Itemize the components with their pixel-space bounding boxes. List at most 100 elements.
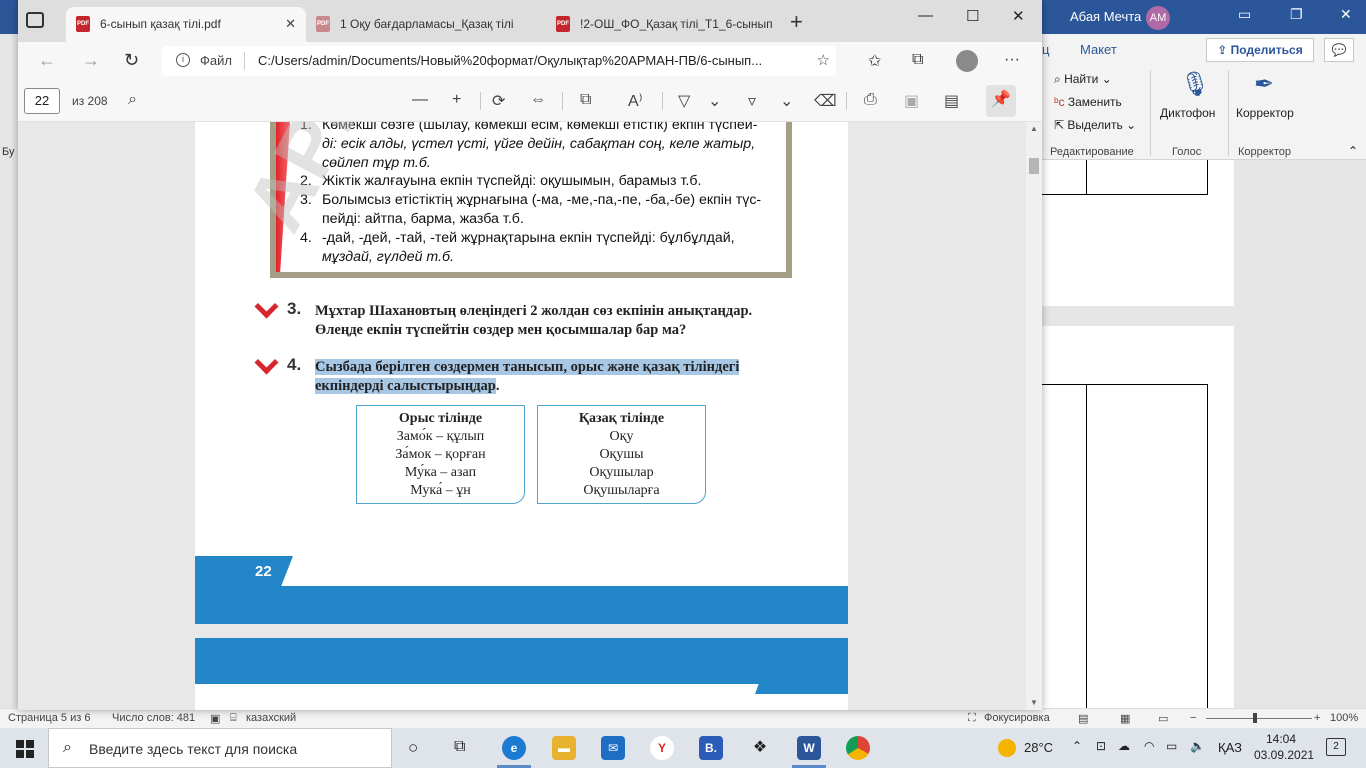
vertical-scrollbar[interactable]: ▲ ▼ (1026, 122, 1042, 710)
page-view-icon[interactable]: ⧉ (580, 91, 591, 109)
edge-app-icon[interactable]: e (502, 736, 526, 760)
profile-avatar[interactable] (956, 50, 978, 72)
zoom-in-icon[interactable]: + (452, 91, 461, 109)
restore-icon[interactable]: ❐ (1290, 6, 1303, 23)
back-icon[interactable]: ← (38, 50, 56, 71)
notifications-icon[interactable]: 2 (1326, 738, 1346, 756)
page-count-status[interactable]: Страница 5 из 6 (8, 712, 90, 724)
draw-options-icon[interactable]: ⌄ (708, 91, 721, 111)
cortana-icon[interactable]: ○ (408, 738, 418, 758)
wifi-icon[interactable]: ◠ (1144, 739, 1154, 753)
zoom-out-icon[interactable]: − (1190, 712, 1196, 724)
scroll-down-icon[interactable]: ▼ (1030, 698, 1038, 707)
page-number-input[interactable]: 22 (24, 88, 60, 114)
print-layout-icon[interactable]: ▦ (1120, 712, 1130, 725)
zoom-slider[interactable] (1206, 718, 1312, 719)
tab-partial[interactable]: ц (1042, 42, 1049, 57)
windows-start-icon[interactable] (16, 740, 34, 758)
tab-pdf-program[interactable]: PDF 1 Оқу бағдарламасы_Қазақ тілі (306, 7, 544, 42)
save-icon[interactable]: ▣ (904, 91, 919, 111)
pdf-viewport[interactable]: 1. Көмекші сөзге (шылау, көмекші есім, к… (18, 122, 1042, 710)
clock-date[interactable]: 03.09.2021 (1254, 748, 1314, 762)
clock-time[interactable]: 14:04 (1266, 732, 1296, 746)
selected-text[interactable]: Сызбада берілген сөздермен танысып, орыс… (315, 359, 740, 375)
zoom-out-icon[interactable]: — (412, 91, 428, 109)
close-icon[interactable]: ✕ (1012, 7, 1025, 25)
close-icon[interactable]: ✕ (1340, 6, 1352, 23)
save-as-icon[interactable]: ▤ (944, 91, 959, 111)
bitrix-icon[interactable]: B. (699, 736, 723, 760)
focus-mode-button[interactable]: Фокусировка (984, 712, 1050, 724)
close-icon[interactable]: ✕ (285, 7, 296, 41)
task-view-icon[interactable]: ⧉ (454, 738, 465, 756)
task-line: Мұхтар Шахановтың өлеңіндегі 2 жолдан сө… (315, 303, 753, 319)
zoom-in-icon[interactable]: + (1314, 712, 1320, 724)
rotate-icon[interactable]: ⟳ (492, 91, 505, 111)
tab-layout[interactable]: Макет (1080, 42, 1117, 57)
find-button[interactable]: ⌕ Найти ⌄ (1054, 72, 1112, 87)
zoom-level[interactable]: 100% (1330, 712, 1358, 724)
select-button[interactable]: ⇱ Выделить ⌄ (1054, 118, 1136, 132)
collapse-ribbon-icon[interactable]: ⌃ (1348, 144, 1358, 158)
draw-icon[interactable]: ▽ (678, 91, 690, 111)
print-icon[interactable]: ⎙ (864, 91, 877, 109)
scroll-thumb[interactable] (1029, 158, 1039, 174)
add-favorite-icon[interactable]: ☆ (817, 51, 830, 69)
editor-button[interactable]: Корректор (1236, 106, 1294, 120)
input-language[interactable]: ҚАЗ (1218, 740, 1242, 755)
web-layout-icon[interactable]: ▭ (1158, 712, 1168, 725)
scroll-up-icon[interactable]: ▲ (1030, 124, 1038, 133)
proofing-icon[interactable]: ▣ (210, 712, 220, 725)
dictate-button[interactable]: Диктофон (1160, 106, 1215, 120)
language-status[interactable]: казахский (246, 712, 296, 724)
weather-sun-icon[interactable] (998, 739, 1016, 757)
file-explorer-icon[interactable]: ▬ (552, 736, 576, 760)
security-icon[interactable]: ⊡ (1096, 739, 1106, 753)
word-user-name[interactable]: Абая Мечта (1070, 9, 1141, 24)
yandex-icon[interactable]: Y (650, 736, 674, 760)
minimize-icon[interactable]: — (918, 7, 933, 24)
search-icon[interactable]: ⌕ (128, 91, 137, 109)
comments-button[interactable]: 💬 (1324, 38, 1354, 62)
highlight-icon[interactable]: ▿ (748, 91, 756, 111)
forward-icon[interactable]: → (82, 50, 100, 71)
new-tab-icon[interactable]: + (790, 9, 803, 35)
eraser-icon[interactable]: ⌫ (814, 91, 837, 111)
info-icon[interactable]: i (176, 53, 190, 67)
zoom-slider-thumb[interactable] (1253, 713, 1257, 723)
address-bar[interactable]: i Файл C:/Users/admin/Documents/Новый%20… (162, 46, 836, 76)
more-icon[interactable]: ··· (1004, 51, 1020, 69)
pin-toolbar-icon[interactable]: 📌 (986, 85, 1016, 117)
maximize-icon[interactable]: ☐ (966, 7, 979, 25)
word-page (1042, 326, 1234, 714)
temperature[interactable]: 28°C (1024, 740, 1053, 755)
replace-button[interactable]: ᵇc Заменить (1054, 95, 1122, 109)
task-number: 3. (287, 299, 302, 318)
volume-icon[interactable]: 🔈 (1190, 739, 1205, 753)
taskbar-search[interactable]: ⌕ Введите здесь текст для поиска (48, 728, 392, 768)
dropbox-icon[interactable]: ❖ (748, 736, 772, 760)
battery-icon[interactable]: ▭ (1166, 739, 1177, 753)
task-text[interactable]: Сызбада берілген сөздермен танысып, орыс… (315, 358, 795, 396)
word-app-icon[interactable]: W (797, 736, 821, 760)
collections-icon[interactable]: ⧉ (912, 51, 923, 69)
chevron-up-icon[interactable]: ⌃ (1072, 739, 1082, 753)
refresh-icon[interactable]: ↻ (124, 50, 139, 71)
url-text[interactable]: C:/Users/admin/Documents/Новый%20формат/… (258, 53, 808, 68)
tab-pdf-assessment[interactable]: PDF !2-ОШ_ФО_Қазақ тілі_Т1_6-сынып (546, 7, 784, 42)
avatar[interactable]: АМ (1146, 6, 1170, 30)
share-button[interactable]: ⇪ Поделиться (1206, 38, 1314, 62)
cloud-icon[interactable]: ☁ (1118, 739, 1130, 753)
chrome-icon[interactable] (846, 736, 870, 760)
ribbon-display-icon[interactable]: ▭ (1238, 6, 1251, 23)
tab-pdf-current[interactable]: PDF 6-сынып қазақ тілі.pdf ✕ (66, 7, 306, 42)
favorites-icon[interactable]: ✩ (868, 51, 881, 71)
highlight-options-icon[interactable]: ⌄ (780, 91, 793, 111)
word-count-status[interactable]: Число слов: 481 (112, 712, 195, 724)
tab-actions-icon[interactable] (26, 12, 44, 28)
fit-page-icon[interactable]: ⇔ (530, 91, 546, 109)
read-mode-icon[interactable]: ▤ (1078, 712, 1088, 725)
selected-text[interactable]: екпіндерді салыстырыңдар (315, 378, 496, 394)
read-aloud-icon[interactable]: A⁾ (628, 91, 643, 111)
mail-icon[interactable]: ✉ (601, 736, 625, 760)
